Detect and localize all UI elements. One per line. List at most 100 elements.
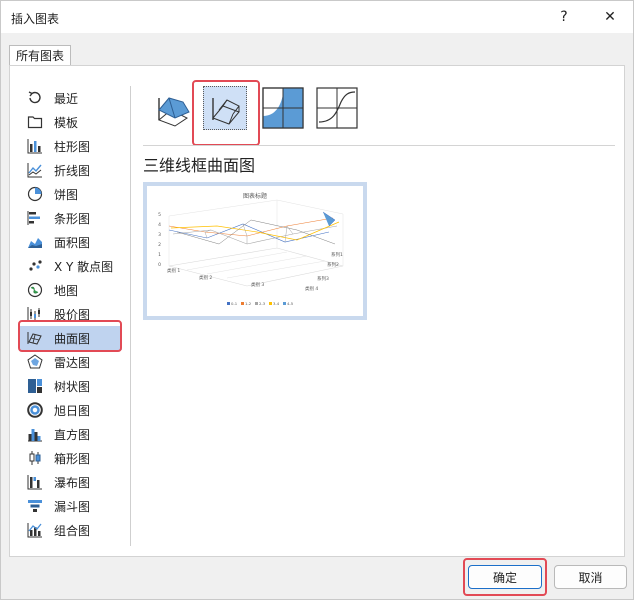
chart-preview[interactable]: 图表标题 5 4 3 2 1 0 类别 1 类别 2 类别 3 类别 4 系列1 系列2 …: [143, 182, 367, 320]
sidebar-item-label: 地图: [54, 283, 79, 298]
y-tick-label: 2: [158, 242, 161, 248]
sidebar-item-label: 漏斗图: [54, 499, 91, 514]
sidebar-item-waterfall-chart[interactable]: 瀑布图: [20, 470, 122, 494]
sidebar-item-label: 雷达图: [54, 355, 91, 370]
funnel-chart-icon: [26, 497, 44, 515]
legend-label: 0-1: [231, 301, 238, 306]
scatter-chart-icon: [26, 257, 44, 275]
chart-panel: 最近 模板 柱形图 折线图 饼图 条形图 面积图 X Y 散点图 地图 股价图 曲面图 雷达图 树状图旭…: [9, 65, 625, 557]
ok-button[interactable]: 确定: [468, 565, 542, 589]
close-button[interactable]: ✕: [587, 1, 633, 33]
3d-surface-icon: [158, 97, 190, 127]
subtype-contour[interactable]: [261, 86, 305, 130]
sidebar-item-funnel-chart[interactable]: 漏斗图: [20, 494, 122, 518]
sidebar-item-bar-chart[interactable]: 条形图: [20, 206, 122, 230]
legend-swatch: [283, 302, 286, 305]
legend-swatch: [227, 302, 230, 305]
cancel-button[interactable]: 取消: [554, 565, 627, 589]
box-whisker-chart-icon: [26, 449, 44, 467]
series-axis-label: 系列1: [331, 251, 343, 258]
sidebar-item-label: 柱形图: [54, 139, 91, 154]
sidebar-item-sunburst-chart[interactable]: 旭日图: [20, 398, 122, 422]
legend-label: 2-3: [259, 301, 266, 306]
pie-chart-icon: [26, 185, 44, 203]
subtype-wireframe-contour[interactable]: [315, 86, 359, 130]
y-tick-label: 3: [158, 232, 161, 238]
highlight-box: [18, 320, 122, 352]
divider: [130, 86, 131, 546]
x-tick-label: 类别 1: [167, 267, 180, 274]
sidebar-item-label: 条形图: [54, 211, 91, 226]
chart-type-pane: 三维线框曲面图 图表标题 5 4 3 2 1 0 类别 1 类别 2 类别 3 类别 4 …: [143, 80, 623, 552]
sidebar-item-label: 饼图: [54, 187, 79, 202]
subtype-3d-surface[interactable]: [151, 86, 195, 130]
wireframe-contour-icon: [316, 87, 358, 129]
highlight-box: [192, 80, 260, 146]
treemap-chart-icon: [26, 377, 44, 395]
x-tick-label: 类别 2: [199, 274, 212, 281]
line-chart-icon: [26, 161, 44, 179]
radar-chart-icon: [26, 353, 44, 371]
legend-label: 4-5: [287, 301, 294, 306]
sidebar-item-label: 模板: [54, 115, 79, 130]
sidebar-item-recent[interactable]: 最近: [20, 86, 122, 110]
recent-icon: [26, 89, 44, 107]
sidebar-item-treemap-chart[interactable]: 树状图: [20, 374, 122, 398]
legend-swatch: [269, 302, 272, 305]
sidebar-item-label: 最近: [54, 91, 79, 106]
sidebar-item-label: 树状图: [54, 379, 91, 394]
insert-chart-dialog: 插入图表 ? ✕ 所有图表 最近模板柱形图折线图饼图条形图面积图 X Y 散点图地…: [0, 0, 634, 600]
legend-swatch: [241, 302, 244, 305]
legend-swatch: [255, 302, 258, 305]
preview-chart: 图表标题 5 4 3 2 1 0 类别 1 类别 2 类别 3 类别 4 系列1系列2系列3 0…: [158, 192, 344, 306]
sidebar-item-label: 折线图: [54, 163, 91, 178]
preview-title: 图表标题: [243, 192, 267, 200]
sidebar-item-box-whisker-chart[interactable]: 箱形图: [20, 446, 122, 470]
sidebar-item-label: 旭日图: [54, 403, 91, 418]
sidebar-item-label: 箱形图: [54, 451, 91, 466]
sidebar-item-area-chart[interactable]: 面积图: [20, 230, 122, 254]
sidebar-item-column-chart[interactable]: 柱形图: [20, 134, 122, 158]
bar-chart-icon: [26, 209, 44, 227]
column-chart-icon: [26, 137, 44, 155]
area-chart-icon: [26, 233, 44, 251]
dialog-title: 插入图表: [11, 12, 60, 26]
sidebar-item-label: 瀑布图: [54, 475, 91, 490]
y-tick-label: 1: [158, 252, 161, 258]
sidebar-item-label: 面积图: [54, 235, 91, 250]
sidebar-item-label: 组合图: [54, 523, 91, 538]
sunburst-chart-icon: [26, 401, 44, 419]
help-button[interactable]: ?: [541, 1, 587, 33]
y-tick-label: 0: [158, 262, 161, 268]
x-tick-label: 类别 3: [251, 281, 264, 288]
combo-chart-icon: [26, 521, 44, 539]
sidebar-item-pie-chart[interactable]: 饼图: [20, 182, 122, 206]
legend-label: 3-4: [273, 301, 280, 306]
sidebar-item-label: X Y 散点图: [54, 259, 114, 274]
waterfall-chart-icon: [26, 473, 44, 491]
y-tick-label: 4: [158, 222, 161, 228]
divider: [143, 145, 615, 146]
series-axis-label: 系列3: [317, 275, 329, 282]
preview-area: [143, 320, 367, 546]
sidebar-item-histogram-chart[interactable]: 直方图: [20, 422, 122, 446]
contour-icon: [262, 87, 304, 129]
histogram-chart-icon: [26, 425, 44, 443]
x-tick-label: 类别 4: [305, 285, 318, 292]
selected-type-label: 三维线框曲面图: [143, 156, 256, 175]
legend-label: 1-2: [245, 301, 252, 306]
sidebar-item-line-chart[interactable]: 折线图: [20, 158, 122, 182]
tab-all-charts[interactable]: 所有图表: [9, 45, 72, 66]
sidebar-item-map-chart[interactable]: 地图: [20, 278, 122, 302]
sidebar-item-scatter-chart[interactable]: X Y 散点图: [20, 254, 122, 278]
folder-icon: [26, 113, 44, 131]
series-axis-label: 系列2: [327, 261, 339, 268]
map-chart-icon: [26, 281, 44, 299]
y-tick-label: 5: [158, 212, 161, 218]
sidebar-item-label: 直方图: [54, 427, 91, 442]
sidebar-item-folder[interactable]: 模板: [20, 110, 122, 134]
sidebar-item-combo-chart[interactable]: 组合图: [20, 518, 122, 542]
chart-category-list: 最近 模板 柱形图 折线图 饼图 条形图 面积图 X Y 散点图 地图 股价图 曲面图 雷达图 树状图旭…: [20, 82, 126, 552]
sidebar-item-radar-chart[interactable]: 雷达图: [20, 350, 122, 374]
title-bar: 插入图表 ? ✕: [1, 1, 633, 33]
